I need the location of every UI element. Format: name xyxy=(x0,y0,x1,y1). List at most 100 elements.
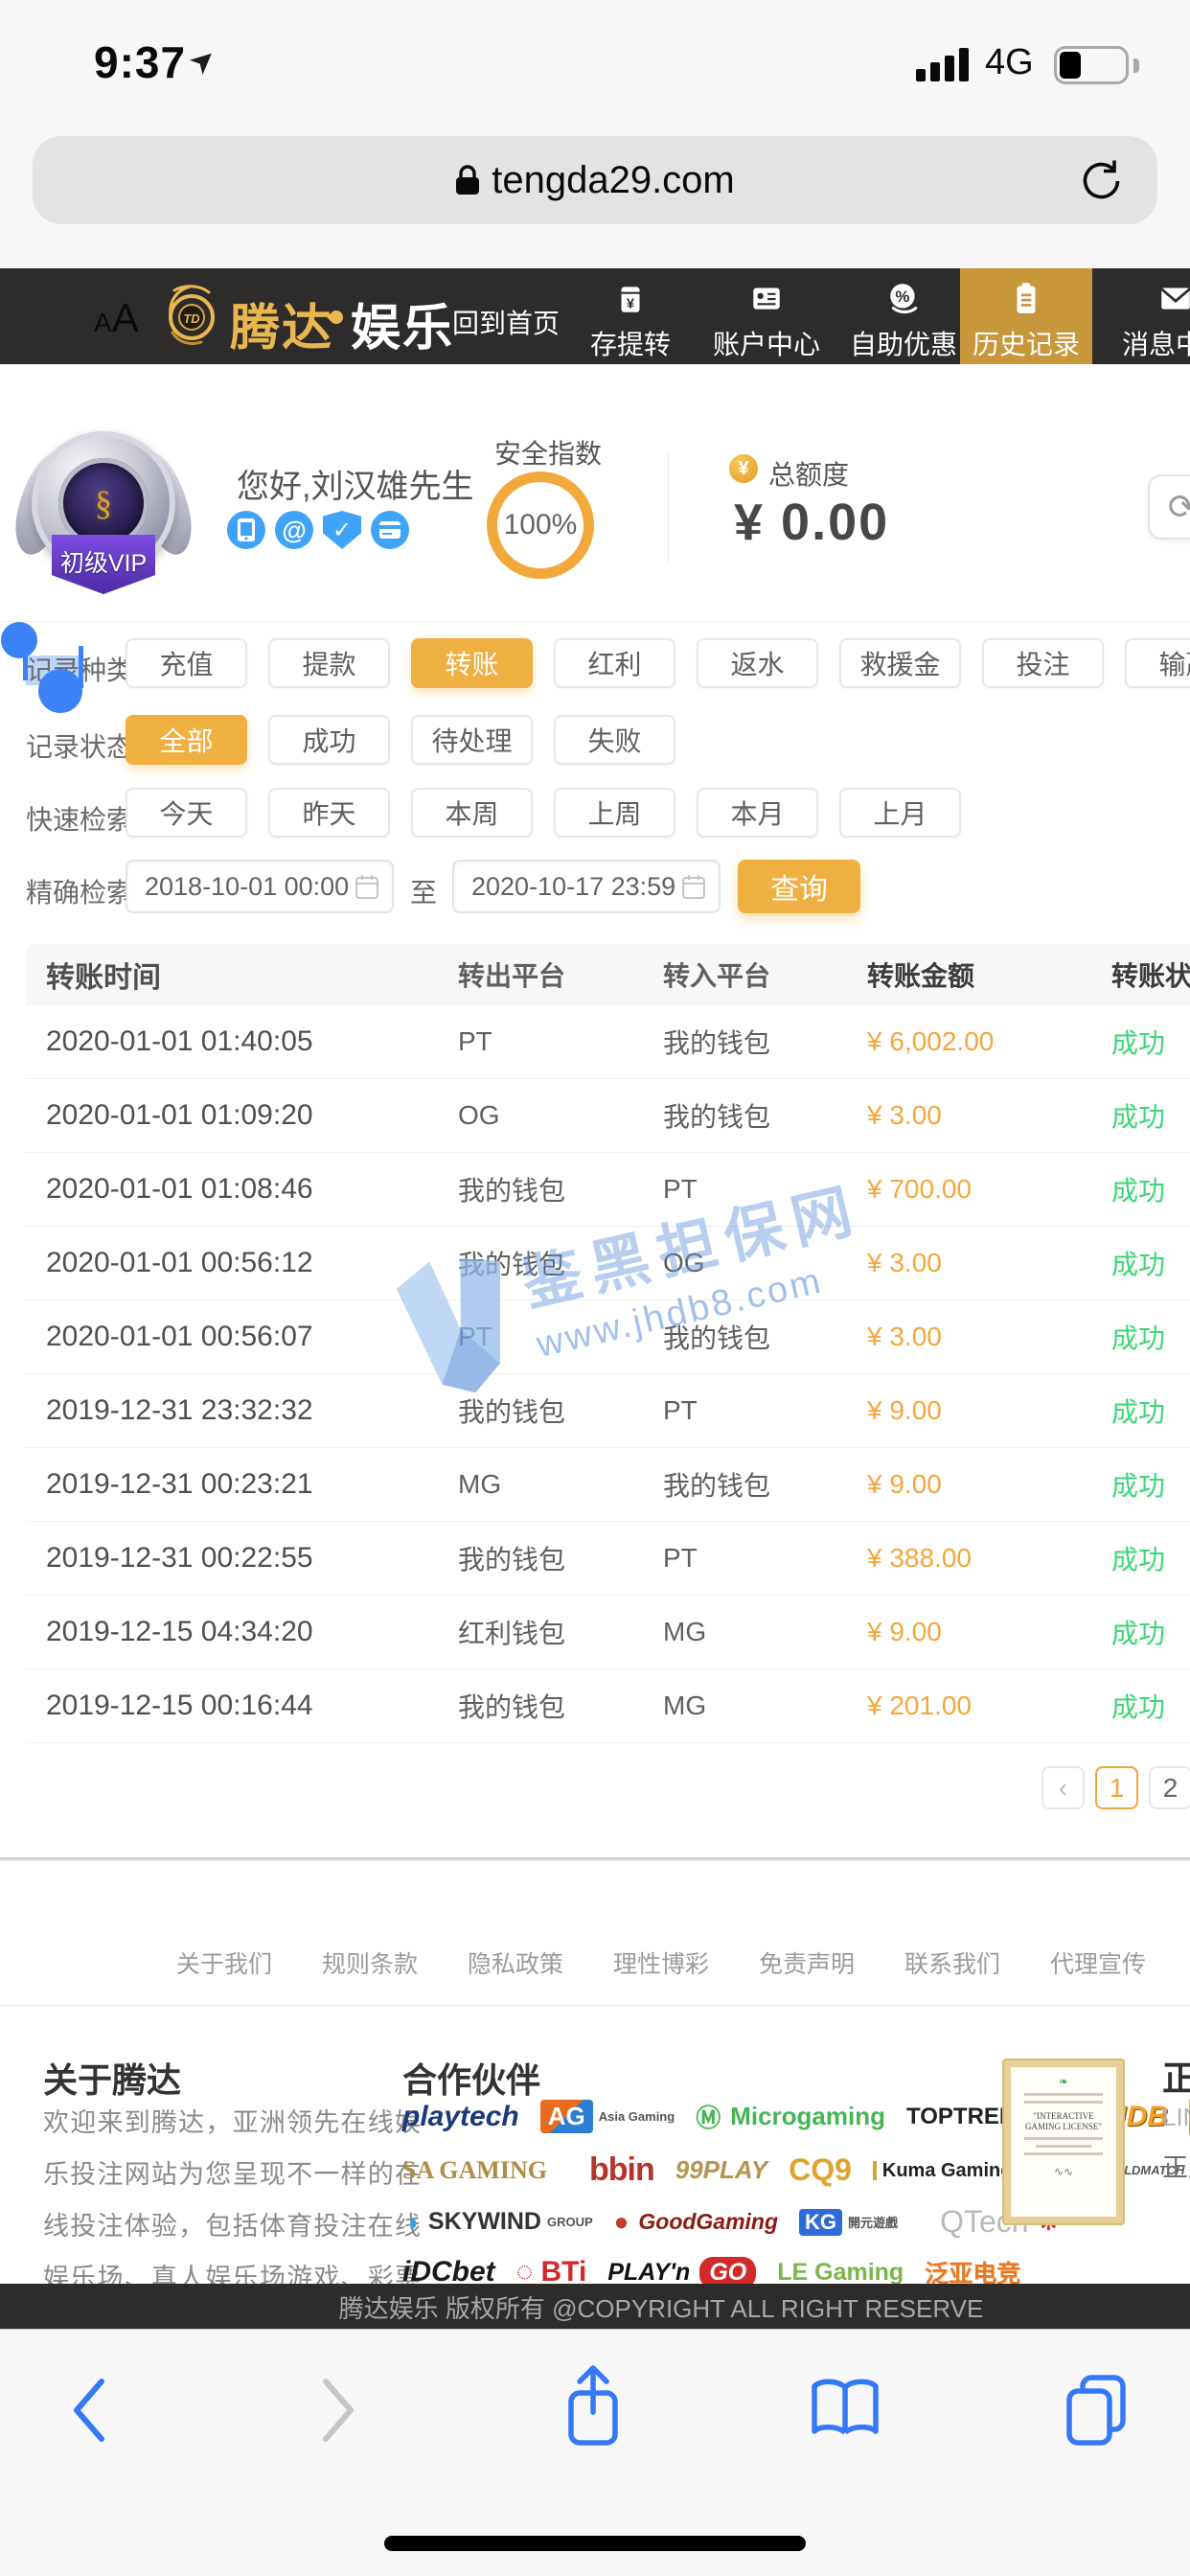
divider xyxy=(0,2005,1190,2006)
security-ring: 100% xyxy=(487,472,594,579)
reader-mode-button[interactable]: AA xyxy=(94,295,139,341)
bookmarks-button[interactable] xyxy=(807,2378,883,2446)
to-word: 至 xyxy=(410,872,437,910)
filter-option-button[interactable]: 救援金 xyxy=(839,638,961,688)
partner-logo: GoodGaming xyxy=(614,2207,778,2237)
cell-to-platform: OG xyxy=(663,1248,867,1278)
cell-from-platform: 我的钱包 xyxy=(458,1244,663,1282)
date-to-input[interactable]: 2020-10-17 23:59 xyxy=(452,860,721,913)
cell-time: 2019-12-31 23:32:32 xyxy=(46,1394,458,1427)
footer-link[interactable]: 代理宣传 xyxy=(1050,1945,1146,1980)
reload-button[interactable] xyxy=(1079,157,1123,206)
nav-account-center[interactable]: 账户中心 xyxy=(704,268,829,364)
bank-card-icon[interactable] xyxy=(371,511,409,549)
col-header-time: 转账时间 xyxy=(46,954,458,996)
filter-option-button[interactable]: 成功 xyxy=(268,715,390,765)
filter-option-button[interactable]: 昨天 xyxy=(268,788,390,838)
cell-status: 成功 xyxy=(1111,1244,1190,1282)
filter-option-button[interactable]: 返水 xyxy=(697,638,818,688)
filter-option-button[interactable]: 提款 xyxy=(268,638,390,688)
cell-to-platform: PT xyxy=(663,1174,867,1205)
filter-option-button[interactable]: 待处理 xyxy=(411,715,533,765)
back-to-home-link[interactable]: 回到首页 xyxy=(452,303,560,341)
nav-history-active[interactable]: 历史记录 xyxy=(960,268,1092,364)
footer-link[interactable]: 免责声明 xyxy=(759,1945,855,1980)
filter-option-button[interactable]: 失败 xyxy=(554,715,675,765)
filter-option-button[interactable]: 本周 xyxy=(411,788,533,838)
cell-from-platform: MG xyxy=(458,1469,663,1500)
cell-from-platform: 我的钱包 xyxy=(458,1539,663,1577)
address-bar[interactable]: AA tengda29.com xyxy=(33,136,1157,224)
filter-option-button[interactable]: 全部 xyxy=(126,715,247,765)
footer-link[interactable]: 理性博彩 xyxy=(613,1945,709,1980)
table-row: 2020-01-01 00:56:07PT我的钱包¥ 3.00成功 xyxy=(26,1300,1190,1374)
partner-logo: LE Gaming xyxy=(777,2259,904,2287)
selection-handle-start[interactable] xyxy=(1,622,37,658)
partner-logo: Kuma Gaming xyxy=(873,2161,1013,2180)
nav-message-center[interactable]: 消息中心 xyxy=(1113,268,1190,364)
col-header-in: 转入平台 xyxy=(663,955,867,994)
phone-verified-icon[interactable] xyxy=(227,511,265,549)
partner-logo: AGAsia Gaming xyxy=(540,2100,675,2133)
record-status-options: 全部成功待处理失败 xyxy=(126,715,697,765)
cell-from-platform: 我的钱包 xyxy=(458,1392,663,1430)
signal-bar-icon xyxy=(916,69,926,81)
coin-icon: ¥ xyxy=(729,454,758,483)
dragon-logo-icon: TD xyxy=(161,283,220,348)
col-header-amount: 转账金额 xyxy=(867,955,1111,994)
table-row: 2019-12-31 00:23:21MG我的钱包¥ 9.00成功 xyxy=(26,1448,1190,1522)
selection-handle-end[interactable] xyxy=(38,669,82,713)
badge-dragon-glyph: § xyxy=(95,483,112,523)
cell-to-platform: MG xyxy=(663,1690,867,1721)
nav-deposit-transfer[interactable]: ¥ 存提转 xyxy=(568,268,693,364)
tabs-button[interactable] xyxy=(1062,2372,1131,2451)
cell-amount: ¥ 388.00 xyxy=(867,1543,1111,1574)
partner-logo: bbin xyxy=(589,2151,654,2189)
vip-ribbon: 初级VIP xyxy=(52,535,155,594)
filter-option-button[interactable]: 上周 xyxy=(554,788,675,838)
footer-link[interactable]: 规则条款 xyxy=(322,1945,418,1980)
site-header: TD 腾达 娱乐 回到首页 ¥ 存提转 账户中心 xyxy=(0,268,1190,364)
cell-time: 2020-01-01 01:40:05 xyxy=(46,1025,458,1058)
footer-link[interactable]: 关于我们 xyxy=(176,1945,272,1980)
search-button[interactable]: 查询 xyxy=(738,860,860,913)
safari-bottom-chrome xyxy=(0,2329,1190,2576)
col-header-status: 转账状态 xyxy=(1111,955,1190,994)
cell-to-platform: PT xyxy=(663,1543,867,1574)
vip-level-label: 初级VIP xyxy=(60,544,147,579)
filter-option-button[interactable]: 输赢 xyxy=(1125,638,1190,688)
refresh-balance-button[interactable]: ⟳ xyxy=(1148,474,1190,540)
partner-logo: 99PLAY xyxy=(675,2155,767,2185)
filter-option-button[interactable]: 投注 xyxy=(982,638,1104,688)
pagination-prev-button[interactable]: ‹ xyxy=(1041,1766,1085,1809)
filter-option-button[interactable]: 上月 xyxy=(839,788,961,838)
pagination-page-1[interactable]: 1 xyxy=(1095,1766,1138,1809)
cell-to-platform: PT xyxy=(663,1395,867,1426)
table-row: 2019-12-31 23:32:32我的钱包PT¥ 9.00成功 xyxy=(26,1374,1190,1448)
date-from-input[interactable]: 2018-10-01 00:00 xyxy=(126,860,394,913)
shield-check-icon[interactable]: ✓ xyxy=(323,511,361,549)
table-row: 2019-12-31 00:22:55我的钱包PT¥ 388.00成功 xyxy=(26,1522,1190,1596)
divider xyxy=(0,621,1190,622)
cell-amount: ¥ 6,002.00 xyxy=(867,1026,1111,1057)
signal-bar-icon xyxy=(959,48,969,81)
share-button[interactable] xyxy=(560,2362,627,2457)
table-body: 2020-01-01 01:40:05PT我的钱包¥ 6,002.00成功202… xyxy=(26,1005,1190,1743)
cell-time: 2020-01-01 00:56:12 xyxy=(46,1247,458,1279)
footer-link[interactable]: 联系我们 xyxy=(904,1945,1000,1980)
filter-option-button[interactable]: 今天 xyxy=(126,788,247,838)
cell-amount: ¥ 3.00 xyxy=(867,1322,1111,1352)
home-indicator[interactable] xyxy=(384,2536,806,2551)
pagination-page-2[interactable]: 2 xyxy=(1149,1766,1190,1809)
location-arrow-icon: ➤ xyxy=(181,38,224,82)
nav-self-promo[interactable]: % 自助优惠 xyxy=(841,268,966,364)
footer-link[interactable]: 隐私政策 xyxy=(468,1945,563,1980)
cell-from-platform: PT xyxy=(458,1026,663,1057)
filter-option-button[interactable]: 本月 xyxy=(697,788,818,838)
forward-button[interactable] xyxy=(312,2374,364,2451)
back-button[interactable] xyxy=(63,2374,115,2451)
filter-option-button[interactable]: 红利 xyxy=(554,638,675,688)
filter-option-button[interactable]: 充值 xyxy=(126,638,247,688)
filter-option-button[interactable]: 转账 xyxy=(411,638,533,688)
email-verified-icon[interactable]: @ xyxy=(275,511,313,549)
